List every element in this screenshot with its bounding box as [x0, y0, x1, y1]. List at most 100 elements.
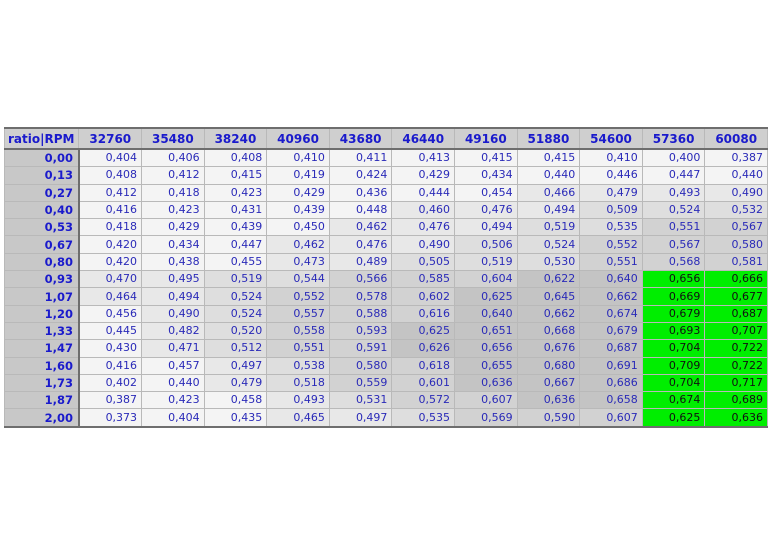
column-header-rpm[interactable]: 60080	[704, 127, 768, 150]
column-header-rpm[interactable]: 43680	[328, 127, 393, 150]
table-cell[interactable]: 0,580	[704, 235, 768, 254]
table-cell[interactable]: 0,645	[516, 287, 581, 306]
column-header-rpm[interactable]: 54600	[579, 127, 643, 150]
corner-header[interactable]: ratio|RPM	[3, 127, 80, 150]
table-cell[interactable]: 0,447	[203, 235, 268, 254]
table-cell[interactable]: 0,722	[704, 339, 768, 358]
column-header-rpm[interactable]: 51880	[516, 127, 581, 150]
row-header-ratio[interactable]: 0,53	[3, 218, 80, 237]
table-cell[interactable]: 0,704	[641, 373, 706, 393]
table-cell[interactable]: 0,519	[203, 270, 268, 289]
table-cell[interactable]: 0,581	[704, 252, 768, 272]
table-cell[interactable]: 0,440	[704, 166, 768, 185]
row-header-ratio[interactable]: 1,07	[3, 287, 80, 306]
table-cell[interactable]: 0,689	[704, 391, 768, 410]
table-cell[interactable]: 0,604	[454, 270, 518, 289]
table-cell[interactable]: 0,494	[454, 218, 518, 237]
table-cell[interactable]: 0,626	[391, 339, 456, 358]
table-cell[interactable]: 0,457	[141, 356, 205, 375]
row-header-ratio[interactable]: 2,00	[3, 408, 80, 428]
table-cell[interactable]: 0,493	[266, 391, 330, 410]
table-cell[interactable]: 0,456	[78, 304, 143, 323]
table-cell[interactable]: 0,580	[328, 356, 393, 375]
table-cell[interactable]: 0,640	[579, 270, 643, 289]
table-cell[interactable]: 0,416	[78, 356, 143, 375]
table-cell[interactable]: 0,460	[391, 200, 456, 220]
table-cell[interactable]: 0,668	[516, 321, 581, 341]
table-cell[interactable]: 0,535	[391, 408, 456, 428]
table-cell[interactable]: 0,551	[641, 218, 706, 237]
table-cell[interactable]: 0,538	[266, 356, 330, 375]
row-header-ratio[interactable]: 1,47	[3, 339, 80, 358]
table-cell[interactable]: 0,559	[328, 373, 393, 393]
table-cell[interactable]: 0,476	[328, 235, 393, 254]
row-header-ratio[interactable]: 0,00	[3, 148, 80, 168]
table-cell[interactable]: 0,413	[391, 148, 456, 168]
table-cell[interactable]: 0,524	[641, 200, 706, 220]
table-cell[interactable]: 0,411	[328, 148, 393, 168]
table-cell[interactable]: 0,493	[641, 183, 706, 202]
table-cell[interactable]: 0,662	[516, 304, 581, 323]
table-cell[interactable]: 0,578	[328, 287, 393, 306]
table-cell[interactable]: 0,669	[641, 287, 706, 306]
column-header-rpm[interactable]: 57360	[641, 127, 706, 150]
table-cell[interactable]: 0,590	[516, 408, 581, 428]
row-header-ratio[interactable]: 1,87	[3, 391, 80, 410]
table-cell[interactable]: 0,544	[266, 270, 330, 289]
table-cell[interactable]: 0,436	[328, 183, 393, 202]
table-cell[interactable]: 0,557	[266, 304, 330, 323]
table-cell[interactable]: 0,662	[579, 287, 643, 306]
table-cell[interactable]: 0,418	[78, 218, 143, 237]
table-cell[interactable]: 0,658	[579, 391, 643, 410]
row-header-ratio[interactable]: 1,33	[3, 321, 80, 341]
row-header-ratio[interactable]: 0,13	[3, 166, 80, 185]
table-cell[interactable]: 0,679	[579, 321, 643, 341]
column-header-rpm[interactable]: 46440	[391, 127, 456, 150]
table-cell[interactable]: 0,567	[704, 218, 768, 237]
table-cell[interactable]: 0,707	[704, 321, 768, 341]
table-cell[interactable]: 0,636	[516, 391, 581, 410]
table-cell[interactable]: 0,591	[328, 339, 393, 358]
table-cell[interactable]: 0,404	[78, 148, 143, 168]
table-cell[interactable]: 0,519	[516, 218, 581, 237]
table-cell[interactable]: 0,585	[391, 270, 456, 289]
table-cell[interactable]: 0,416	[78, 200, 143, 220]
table-cell[interactable]: 0,410	[266, 148, 330, 168]
table-cell[interactable]: 0,551	[266, 339, 330, 358]
table-cell[interactable]: 0,438	[141, 252, 205, 272]
table-cell[interactable]: 0,490	[391, 235, 456, 254]
table-cell[interactable]: 0,448	[328, 200, 393, 220]
table-cell[interactable]: 0,406	[141, 148, 205, 168]
table-cell[interactable]: 0,602	[391, 287, 456, 306]
table-cell[interactable]: 0,440	[516, 166, 581, 185]
table-cell[interactable]: 0,625	[391, 321, 456, 341]
table-cell[interactable]: 0,505	[391, 252, 456, 272]
table-cell[interactable]: 0,439	[203, 218, 268, 237]
table-cell[interactable]: 0,532	[704, 200, 768, 220]
table-cell[interactable]: 0,497	[203, 356, 268, 375]
table-cell[interactable]: 0,446	[579, 166, 643, 185]
table-cell[interactable]: 0,497	[328, 408, 393, 428]
table-cell[interactable]: 0,435	[203, 408, 268, 428]
table-cell[interactable]: 0,588	[328, 304, 393, 323]
table-cell[interactable]: 0,616	[391, 304, 456, 323]
table-cell[interactable]: 0,423	[141, 391, 205, 410]
table-cell[interactable]: 0,640	[454, 304, 518, 323]
table-cell[interactable]: 0,429	[141, 218, 205, 237]
table-cell[interactable]: 0,444	[391, 183, 456, 202]
table-cell[interactable]: 0,439	[266, 200, 330, 220]
table-cell[interactable]: 0,400	[641, 148, 706, 168]
table-cell[interactable]: 0,636	[454, 373, 518, 393]
table-cell[interactable]: 0,655	[454, 356, 518, 375]
table-cell[interactable]: 0,520	[203, 321, 268, 341]
table-cell[interactable]: 0,476	[454, 200, 518, 220]
table-cell[interactable]: 0,518	[266, 373, 330, 393]
table-cell[interactable]: 0,651	[454, 321, 518, 341]
table-cell[interactable]: 0,408	[78, 166, 143, 185]
table-cell[interactable]: 0,506	[454, 235, 518, 254]
table-cell[interactable]: 0,434	[454, 166, 518, 185]
table-cell[interactable]: 0,387	[704, 148, 768, 168]
row-header-ratio[interactable]: 1,20	[3, 304, 80, 323]
table-cell[interactable]: 0,519	[454, 252, 518, 272]
table-cell[interactable]: 0,687	[704, 304, 768, 323]
